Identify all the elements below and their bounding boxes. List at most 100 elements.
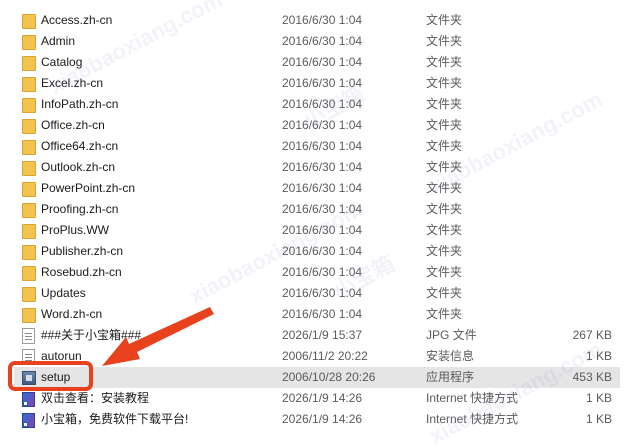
folder-icon [22,161,36,176]
folder-icon [22,224,36,239]
file-date: 2016/6/30 1:04 [282,286,363,300]
folder-icon [22,266,36,281]
file-date: 2026/1/9 14:26 [282,391,363,405]
file-type: 文件夹 [426,265,463,279]
file-row[interactable]: Proofing.zh-cn 2016/6/30 1:04 文件夹 [14,199,620,220]
file-name: Rosebud.zh-cn [41,265,122,279]
file-date: 2016/6/30 1:04 [282,118,363,132]
file-name: setup [41,370,71,384]
file-type: 文件夹 [426,223,463,237]
file-row[interactable]: Catalog 2016/6/30 1:04 文件夹 [14,52,620,73]
shortcut-icon [22,413,35,428]
file-row[interactable]: 双击查看：安装教程 2026/1/9 14:26 Internet 快捷方式 1 KB [14,388,620,409]
file-icon [22,349,35,365]
file-type: 文件夹 [426,202,463,216]
file-name: 双击查看：安装教程 [41,391,150,405]
file-date: 2016/6/30 1:04 [282,160,363,174]
file-row[interactable]: setup 2006/10/28 20:26 应用程序 453 KB [14,367,620,388]
file-date: 2016/6/30 1:04 [282,55,363,69]
file-name: Updates [41,286,86,300]
file-type: 文件夹 [426,97,463,111]
folder-icon [22,245,36,260]
folder-icon [22,308,36,323]
file-type: 文件夹 [426,307,463,321]
file-type: 文件夹 [426,286,463,300]
file-name: Access.zh-cn [41,13,113,27]
file-name: Excel.zh-cn [41,76,104,90]
file-row[interactable]: Office64.zh-cn 2016/6/30 1:04 文件夹 [14,136,620,157]
folder-icon [22,35,36,50]
image-file-icon [22,328,35,344]
file-type: 应用程序 [426,370,475,384]
folder-icon [22,140,36,155]
file-row[interactable]: autorun 2006/11/2 20:22 安装信息 1 KB [14,346,620,367]
file-type: 文件夹 [426,181,463,195]
file-name: Proofing.zh-cn [41,202,119,216]
file-date: 2016/6/30 1:04 [282,76,363,90]
shortcut-icon [22,392,35,407]
file-date: 2006/11/2 20:22 [282,349,368,363]
file-size: 1 KB [585,412,612,426]
file-name: 小宝箱，免费软件下载平台! [41,412,189,426]
folder-icon [22,56,36,71]
folder-icon [22,287,36,302]
file-name: Office64.zh-cn [41,139,119,153]
file-type: 文件夹 [426,139,463,153]
file-row[interactable]: ###关于小宝箱### 2026/1/9 15:37 JPG 文件 267 KB [14,325,620,346]
file-date: 2016/6/30 1:04 [282,223,363,237]
file-row[interactable]: PowerPoint.zh-cn 2016/6/30 1:04 文件夹 [14,178,620,199]
file-name: ###关于小宝箱### [41,328,142,342]
file-type: 安装信息 [426,349,475,363]
file-date: 2016/6/30 1:04 [282,34,363,48]
file-name: Publisher.zh-cn [41,244,124,258]
file-date: 2016/6/30 1:04 [282,307,363,321]
file-name: Catalog [41,55,83,69]
file-size: 1 KB [585,391,612,405]
file-row[interactable]: Office.zh-cn 2016/6/30 1:04 文件夹 [14,115,620,136]
folder-icon [22,98,36,113]
file-date: 2016/6/30 1:04 [282,139,363,153]
file-row[interactable]: ProPlus.WW 2016/6/30 1:04 文件夹 [14,220,620,241]
file-date: 2016/6/30 1:04 [282,97,363,111]
file-row[interactable]: Access.zh-cn 2016/6/30 1:04 文件夹 [14,10,620,31]
file-date: 2026/1/9 15:37 [282,328,363,342]
folder-icon [22,182,36,197]
file-type: 文件夹 [426,34,463,48]
file-name: Outlook.zh-cn [41,160,116,174]
file-size: 267 KB [572,328,612,342]
file-type: 文件夹 [426,160,463,174]
file-type: 文件夹 [426,13,463,27]
file-row[interactable]: Excel.zh-cn 2016/6/30 1:04 文件夹 [14,73,620,94]
file-type: 文件夹 [426,55,463,69]
file-row[interactable]: Word.zh-cn 2016/6/30 1:04 文件夹 [14,304,620,325]
file-row[interactable]: Updates 2016/6/30 1:04 文件夹 [14,283,620,304]
file-type: 文件夹 [426,76,463,90]
file-row[interactable]: Publisher.zh-cn 2016/6/30 1:04 文件夹 [14,241,620,262]
app-icon [22,371,36,385]
file-date: 2016/6/30 1:04 [282,244,363,258]
file-type: Internet 快捷方式 [426,412,519,426]
file-explorer-list: Access.zh-cn 2016/6/30 1:04 文件夹 Admin 2016/6… [0,0,641,448]
file-row[interactable]: Admin 2016/6/30 1:04 文件夹 [14,31,620,52]
file-row[interactable]: Rosebud.zh-cn 2016/6/30 1:04 文件夹 [14,262,620,283]
file-size: 453 KB [572,370,612,384]
file-type: Internet 快捷方式 [426,391,519,405]
file-name: Office.zh-cn [41,118,105,132]
file-name: Word.zh-cn [41,307,103,321]
file-type: 文件夹 [426,244,463,258]
file-date: 2016/6/30 1:04 [282,181,363,195]
file-name: ProPlus.WW [41,223,110,237]
file-name: autorun [41,349,82,363]
folder-icon [22,14,36,29]
file-name: PowerPoint.zh-cn [41,181,136,195]
folder-icon [22,203,36,218]
file-row[interactable]: 小宝箱，免费软件下载平台! 2026/1/9 14:26 Internet 快捷方式… [14,409,620,430]
file-row[interactable]: Outlook.zh-cn 2016/6/30 1:04 文件夹 [14,157,620,178]
file-date: 2016/6/30 1:04 [282,13,363,27]
file-row[interactable]: InfoPath.zh-cn 2016/6/30 1:04 文件夹 [14,94,620,115]
file-name: Admin [41,34,76,48]
file-date: 2016/6/30 1:04 [282,265,363,279]
folder-icon [22,119,36,134]
file-date: 2026/1/9 14:26 [282,412,363,426]
file-type: 文件夹 [426,118,463,132]
